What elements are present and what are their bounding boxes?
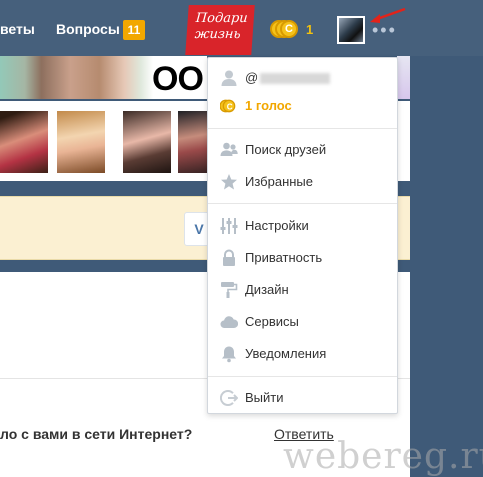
friend-photo[interactable]	[0, 111, 48, 173]
more-menu-icon[interactable]: •••	[372, 21, 397, 39]
find-friends-icon	[220, 142, 238, 156]
lock-icon	[223, 249, 235, 266]
menu-item-privacy[interactable]: Приватность	[208, 245, 397, 271]
paint-roller-icon	[221, 282, 238, 298]
divider	[208, 203, 397, 204]
menu-item-logout[interactable]: Выйти	[208, 385, 397, 411]
menu-item-label: Поиск друзей	[245, 142, 327, 157]
red-arrow-annotation	[370, 7, 406, 23]
menu-item-label: Приватность	[245, 250, 323, 265]
username-item[interactable]: @	[208, 65, 397, 91]
menu-item-label: Уведомления	[245, 346, 327, 361]
menu-item-label: Выйти	[245, 390, 284, 405]
questions-count-badge: 11	[123, 20, 145, 40]
nav-questions-link[interactable]: Вопросы	[56, 21, 120, 37]
banner-photo-right	[397, 56, 410, 99]
divider	[208, 376, 397, 377]
menu-item-favorites[interactable]: Избранные	[208, 169, 397, 195]
menu-item-label: Сервисы	[245, 314, 299, 329]
menu-item-label: Настройки	[245, 218, 309, 233]
promo-line-2: жизнь	[194, 27, 242, 42]
menu-item-label: Дизайн	[245, 282, 289, 297]
username-blurred	[260, 73, 331, 85]
svg-text:C: C	[227, 102, 233, 111]
menu-item-label: Избранные	[245, 174, 313, 189]
friend-photo[interactable]	[123, 111, 171, 173]
promo-line-1: Подари	[195, 11, 249, 26]
promo-banner[interactable]: Подари жизнь	[185, 5, 255, 55]
coins-icon[interactable]: C	[270, 20, 298, 38]
settings-sliders-icon	[220, 218, 238, 234]
menu-item-services[interactable]: Сервисы	[208, 309, 397, 335]
votes-item[interactable]: C 1 голос	[208, 93, 397, 119]
friend-photo[interactable]	[57, 111, 105, 173]
banner-text: OO	[152, 60, 204, 98]
watermark-text: webereg.ru	[283, 436, 483, 477]
menu-item-settings[interactable]: Настройки	[208, 213, 397, 239]
votes-label: 1 голос	[245, 98, 292, 113]
menu-item-notifications[interactable]: Уведомления	[208, 341, 397, 367]
logout-icon	[220, 390, 238, 406]
menu-item-design[interactable]: Дизайн	[208, 277, 397, 303]
divider	[208, 128, 397, 129]
coins-count: 1	[306, 22, 314, 37]
question-text: ло с вами в сети Интернет?	[0, 426, 193, 442]
star-icon	[221, 174, 237, 190]
nav-answers-link[interactable]: веты	[0, 21, 35, 37]
username-prefix: @	[245, 70, 259, 85]
menu-item-find-friends[interactable]: Поиск друзей	[208, 137, 397, 163]
coins-icon: C	[220, 99, 236, 113]
profile-dropdown-menu: @ C 1 голос Поиск друзей Избранные Настр…	[207, 57, 398, 414]
cloud-icon	[220, 316, 238, 329]
user-icon	[221, 70, 237, 86]
user-avatar[interactable]	[337, 16, 365, 44]
bell-icon	[222, 346, 236, 363]
